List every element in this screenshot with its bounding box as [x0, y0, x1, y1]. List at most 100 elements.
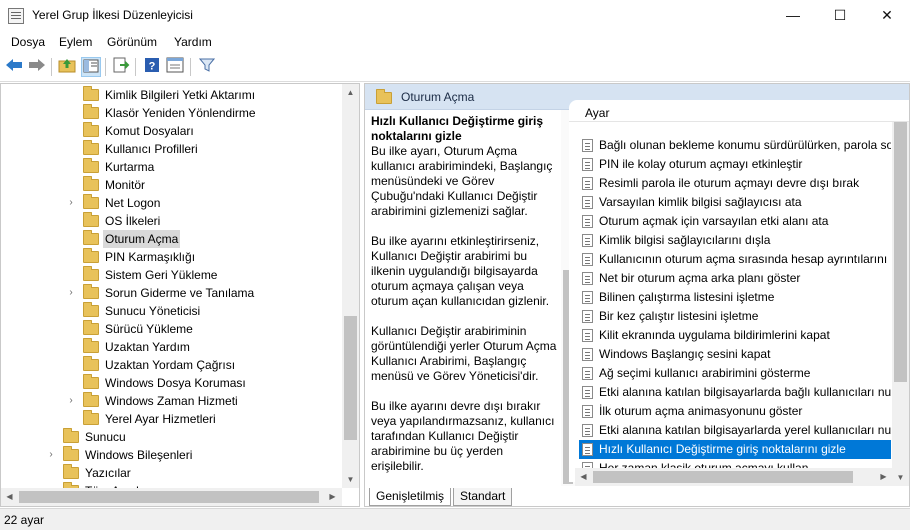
tab-standard[interactable]: Standart — [453, 488, 513, 506]
setting-row[interactable]: Bir kez çalıştır listesini işletme — [579, 307, 891, 326]
setting-row[interactable]: Etki alanına katılan bilgisayarlarda bağ… — [579, 383, 891, 402]
tree-item[interactable]: › Net Logon — [65, 194, 325, 212]
setting-row[interactable]: Oturum açmak için varsayılan etki alanı … — [579, 212, 891, 231]
maximize-button[interactable]: ☐ — [817, 0, 863, 32]
menu-action[interactable]: Eylem — [59, 35, 92, 49]
setting-row[interactable]: Ağ seçimi kullanıcı arabirimini gösterme — [579, 364, 891, 383]
show-tree-icon[interactable] — [81, 57, 101, 77]
setting-label: Ağ seçimi kullanıcı arabirimini gösterme — [599, 366, 811, 380]
setting-row[interactable]: Resimli parola ile oturum açmayı devre d… — [579, 174, 891, 193]
scrollbar-thumb[interactable] — [19, 491, 319, 503]
tree-vertical-scrollbar[interactable]: ▲ ▼ — [342, 84, 359, 488]
help-icon[interactable]: ? — [142, 57, 162, 77]
tree-item[interactable]: Sürücü Yükleme — [65, 320, 325, 338]
policy-setting-icon — [582, 310, 593, 323]
folder-icon — [63, 446, 79, 461]
forward-arrow-icon[interactable] — [27, 57, 47, 77]
folder-icon — [83, 86, 99, 101]
policy-setting-icon — [582, 405, 593, 418]
tree-item[interactable]: › Sorun Giderme ve Tanılama — [65, 284, 325, 302]
filter-icon[interactable] — [197, 57, 217, 77]
up-folder-icon[interactable] — [57, 57, 77, 77]
chevron-right-icon[interactable]: › — [65, 392, 77, 410]
setting-row[interactable]: Bilinen çalıştırma listesini işletme — [579, 288, 891, 307]
close-button[interactable]: ✕ — [864, 0, 910, 32]
folder-icon — [83, 140, 99, 155]
minimize-button[interactable]: — — [770, 0, 816, 32]
setting-label: Bilinen çalıştırma listesini işletme — [599, 290, 775, 304]
setting-row[interactable]: Windows Başlangıç sesini kapat — [579, 345, 891, 364]
tree-item[interactable]: Yerel Ayar Hizmetleri — [65, 410, 325, 428]
tree-item-label: Kurtarma — [105, 160, 155, 174]
tree-item[interactable]: Uzaktan Yordam Çağrısı — [65, 356, 325, 374]
tree-item[interactable]: › Windows Bileşenleri — [45, 446, 305, 464]
tab-extended[interactable]: Genişletilmiş — [369, 488, 452, 506]
tree-item[interactable]: Yazıcılar — [45, 464, 305, 482]
tree-item[interactable]: Kurtarma — [65, 158, 325, 176]
scroll-up-arrow-icon[interactable]: ▲ — [342, 84, 359, 101]
setting-row[interactable]: Bağlı olunan bekleme konumu sürdürülürke… — [579, 136, 891, 155]
scroll-left-arrow-icon[interactable]: ◀ — [1, 488, 18, 505]
scroll-left-arrow-icon[interactable]: ◀ — [575, 468, 592, 485]
tree-item[interactable]: Komut Dosyaları — [65, 122, 325, 140]
folder-icon — [376, 89, 392, 104]
properties-icon[interactable] — [165, 57, 185, 77]
setting-row[interactable]: Kullanıcının oturum açma sırasında hesap… — [579, 250, 891, 269]
tree-item[interactable]: Uzaktan Yardım — [65, 338, 325, 356]
tree-item[interactable]: Monitör — [65, 176, 325, 194]
setting-row[interactable]: Varsayılan kimlik bilgisi sağlayıcısı at… — [579, 193, 891, 212]
scroll-right-arrow-icon[interactable]: ▶ — [324, 488, 341, 505]
export-list-icon[interactable] — [111, 57, 131, 77]
folder-icon — [83, 302, 99, 317]
tree-horizontal-scrollbar[interactable]: ◀ ▶ — [1, 488, 342, 506]
setting-label: PIN ile kolay oturum açmayı etkinleştir — [599, 157, 803, 171]
setting-row[interactable]: Kilit ekranında uygulama bildirimlerini … — [579, 326, 891, 345]
tree-item[interactable]: › Windows Zaman Hizmeti — [65, 392, 325, 410]
tree-item-label: Windows Zaman Hizmeti — [105, 394, 238, 408]
setting-row[interactable]: PIN ile kolay oturum açmayı etkinleştir — [579, 155, 891, 174]
settings-horizontal-scrollbar[interactable]: ◀ ▶ — [575, 468, 892, 486]
description-paragraph: Bu ilke ayarı, Oturum Açma kullanıcı ara… — [371, 144, 553, 218]
setting-label: Bağlı olunan bekleme konumu sürdürülürke… — [599, 138, 891, 152]
tree-item[interactable]: Kullanıcı Profilleri — [65, 140, 325, 158]
tree-item-label: Sorun Giderme ve Tanılama — [105, 286, 255, 300]
chevron-right-icon[interactable]: › — [45, 446, 57, 464]
tree-item-label: Yerel Ayar Hizmetleri — [105, 412, 216, 426]
back-arrow-icon[interactable] — [4, 57, 24, 77]
tree-item[interactable]: Sunucu — [45, 428, 305, 446]
setting-row[interactable]: Hızlı Kullanıcı Değiştirme giriş noktala… — [579, 440, 891, 459]
scrollbar-thumb[interactable] — [593, 471, 853, 483]
tree-item[interactable]: Sunucu Yöneticisi — [65, 302, 325, 320]
tree-item[interactable]: Oturum Açma — [65, 230, 325, 248]
tree-item[interactable]: Windows Dosya Koruması — [65, 374, 325, 392]
scroll-down-arrow-icon[interactable]: ▼ — [892, 469, 909, 486]
tree-item[interactable]: PIN Karmaşıklığı — [65, 248, 325, 266]
setting-label: Etki alanına katılan bilgisayarlarda yer… — [599, 423, 891, 437]
tree-item[interactable]: Kimlik Bilgileri Yetki Aktarımı — [65, 86, 325, 104]
setting-row[interactable]: Net bir oturum açma arka planı göster — [579, 269, 891, 288]
setting-row[interactable]: Etki alanına katılan bilgisayarlarda yer… — [579, 421, 891, 440]
description-paragraph: Bu ilke ayarını etkinleştirirseniz, Kull… — [371, 234, 550, 308]
scroll-right-arrow-icon[interactable]: ▶ — [875, 468, 892, 485]
menu-view[interactable]: Görünüm — [107, 35, 157, 49]
scroll-down-arrow-icon[interactable]: ▼ — [342, 471, 359, 488]
tree-item[interactable]: Klasör Yeniden Yönlendirme — [65, 104, 325, 122]
setting-label: Etki alanına katılan bilgisayarlarda bağ… — [599, 385, 891, 399]
folder-icon — [83, 374, 99, 389]
tree-item[interactable]: Sistem Geri Yükleme — [65, 266, 325, 284]
setting-row[interactable]: İlk oturum açma animasyonunu göster — [579, 402, 891, 421]
policy-setting-icon — [582, 253, 593, 266]
scrollbar-thumb[interactable] — [894, 122, 907, 382]
tree-item-label: OS İlkeleri — [105, 214, 161, 228]
settings-vertical-scrollbar[interactable]: ▼ — [892, 122, 909, 486]
settings-list: Ayar Bağlı olunan bekleme konumu sürdürü… — [569, 100, 909, 482]
tree-item-label: Oturum Açma — [103, 230, 181, 248]
chevron-right-icon[interactable]: › — [65, 284, 77, 302]
tree-item[interactable]: OS İlkeleri — [65, 212, 325, 230]
setting-row[interactable]: Kimlik bilgisi sağlayıcılarını dışla — [579, 231, 891, 250]
menu-file[interactable]: Dosya — [11, 35, 45, 49]
chevron-right-icon[interactable]: › — [65, 194, 77, 212]
scrollbar-thumb[interactable] — [344, 316, 357, 440]
menu-help[interactable]: Yardım — [174, 35, 212, 49]
column-header-setting[interactable]: Ayar — [569, 100, 909, 122]
